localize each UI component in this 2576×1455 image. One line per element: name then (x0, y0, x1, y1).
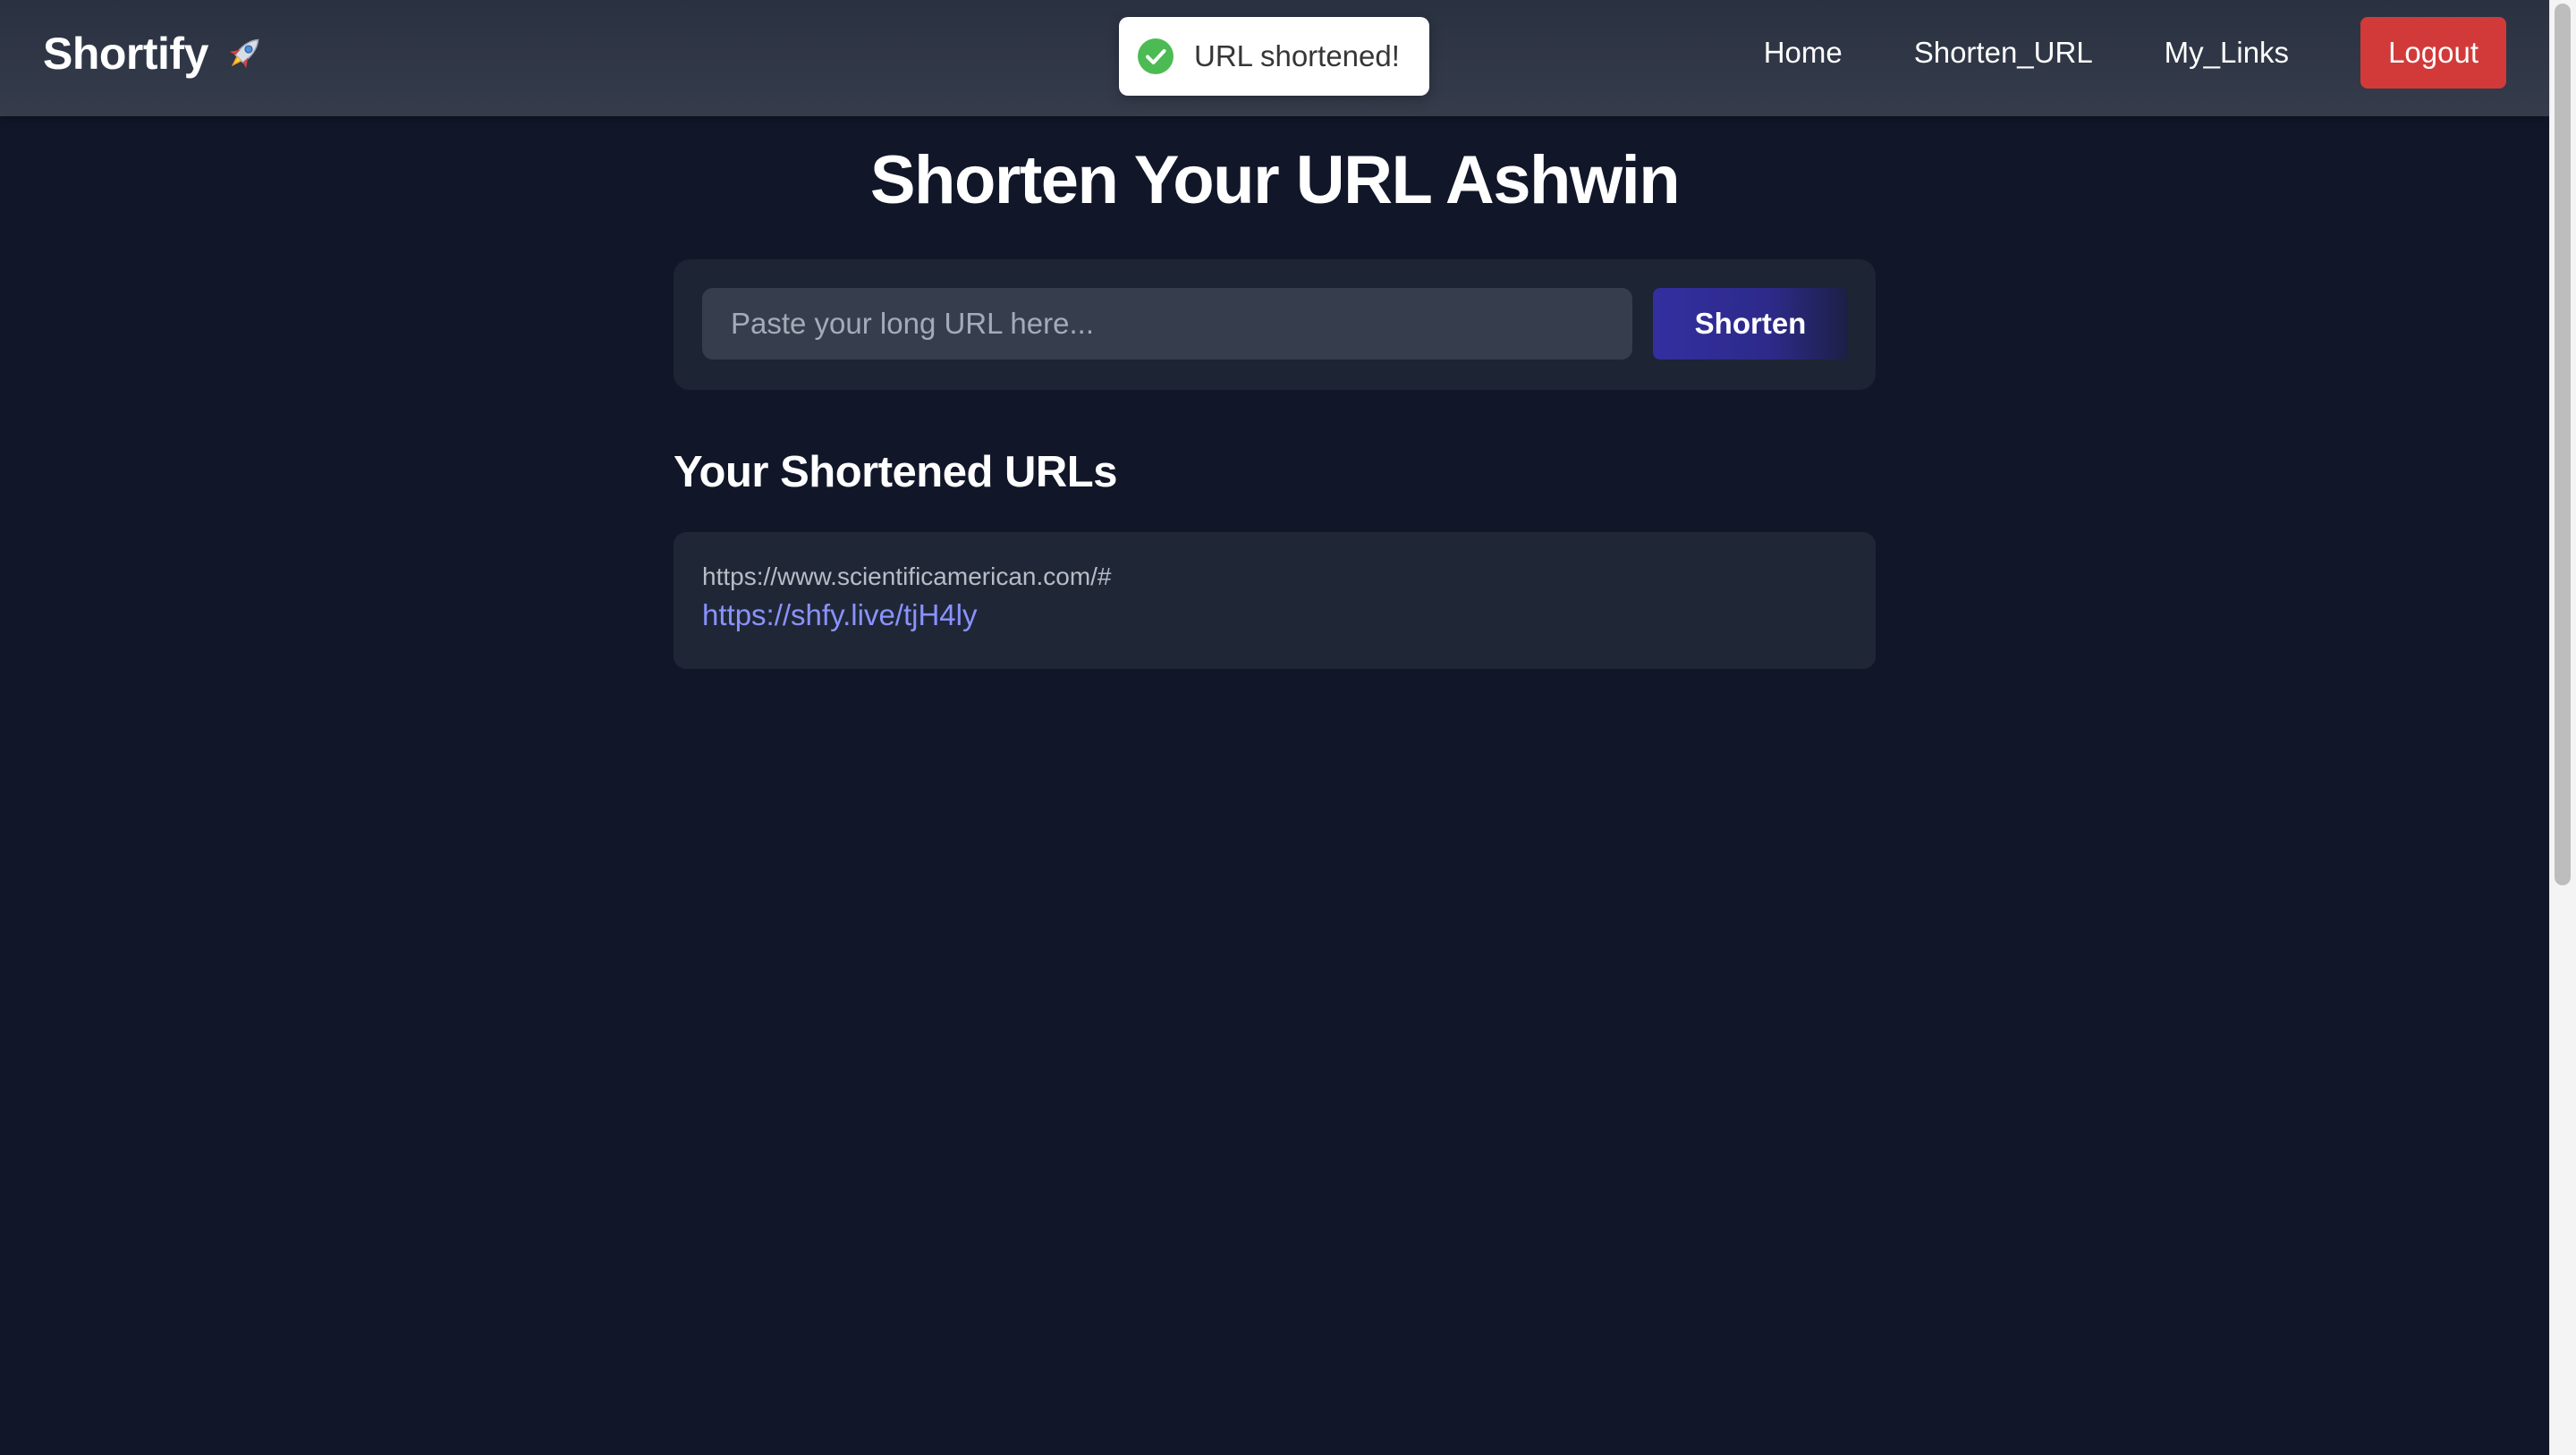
original-url: https://www.scientificamerican.com/# (702, 563, 1112, 590)
logout-button[interactable]: Logout (2360, 17, 2506, 89)
rocket-icon (221, 30, 267, 77)
brand-name: Shortify (43, 29, 208, 79)
shorten-form: Shorten (674, 259, 1876, 390)
page-title: Shorten Your URL Ashwin (869, 142, 1681, 218)
section-title: Your Shortened URLs (674, 448, 1117, 496)
nav-link-shorten-url[interactable]: Shorten_URL (1914, 36, 2093, 70)
toast-message: URL shortened! (1194, 39, 1400, 72)
brand-logo[interactable]: Shortify (43, 25, 267, 82)
short-url-link[interactable]: https://shfy.live/tjH4ly (702, 595, 1847, 636)
nav-link-home[interactable]: Home (1764, 36, 1843, 70)
toast-notification: URL shortened! (1119, 17, 1429, 96)
scrollbar[interactable] (2549, 0, 2576, 1455)
shortened-url-item: https://www.scientificamerican.com/# htt… (674, 532, 1876, 669)
shorten-button[interactable]: Shorten (1653, 288, 1848, 360)
check-circle-icon (1137, 38, 1174, 75)
main-content: Shorten Your URL Ashwin Shorten Your Sho… (0, 116, 2549, 1455)
nav-link-my-links[interactable]: My_Links (2165, 36, 2289, 70)
url-input[interactable] (702, 288, 1632, 360)
nav-links: Home Shorten_URL My_Links Logout (1764, 17, 2549, 89)
scrollbar-thumb[interactable] (2555, 4, 2571, 885)
